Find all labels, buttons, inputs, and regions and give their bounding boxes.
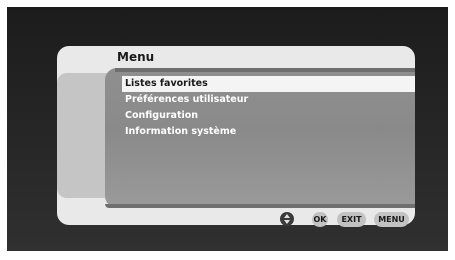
menu-list: Listes favorites Préférences utilisateur… xyxy=(122,76,415,140)
arrow-down-icon xyxy=(284,220,290,224)
up-down-arrows-icon[interactable] xyxy=(280,212,294,226)
exit-button[interactable]: EXIT xyxy=(337,212,366,227)
menu-item-information-systeme[interactable]: Information système xyxy=(122,124,415,140)
menu-content-area: Listes favorites Préférences utilisateur… xyxy=(105,68,415,208)
menu-title: Menu xyxy=(117,50,155,64)
menu-item-listes-favorites[interactable]: Listes favorites xyxy=(122,76,415,92)
ok-button[interactable]: OK xyxy=(312,212,328,227)
tv-screen: Menu Listes favorites Préférences utilis… xyxy=(7,7,448,251)
menu-panel: Menu Listes favorites Préférences utilis… xyxy=(57,46,415,227)
menu-item-preferences-utilisateur[interactable]: Préférences utilisateur xyxy=(122,92,415,108)
arrow-up-icon xyxy=(284,214,290,218)
menu-item-configuration[interactable]: Configuration xyxy=(122,108,415,124)
menu-button[interactable]: MENU xyxy=(374,212,409,227)
